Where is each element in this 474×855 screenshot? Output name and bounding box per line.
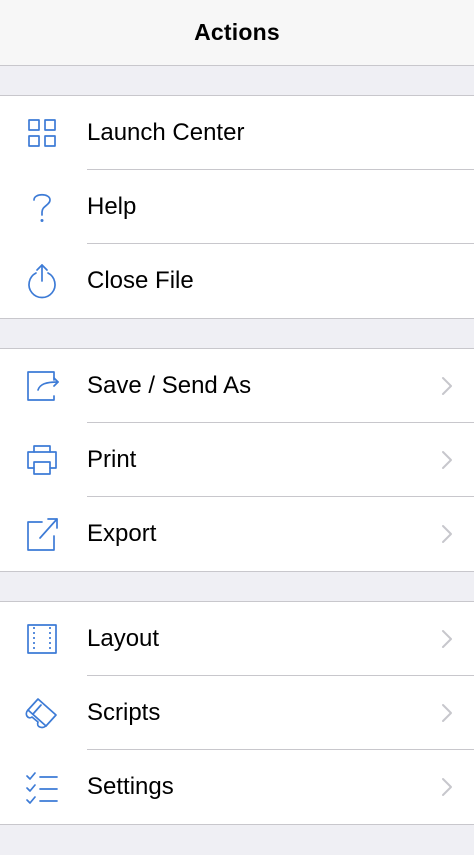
menu-group-file: Launch Center Help Close File: [0, 96, 474, 318]
menu-item-label: Export: [87, 520, 157, 547]
menu-item-layout[interactable]: Layout: [0, 602, 474, 676]
page-title: Actions: [194, 19, 280, 45]
actions-header: Actions: [0, 0, 474, 66]
chevron-right-icon: [441, 777, 453, 797]
printer-icon: [24, 442, 60, 478]
grid-icon: [24, 115, 60, 151]
chevron-right-icon: [441, 703, 453, 723]
menu-item-label: Print: [87, 446, 137, 473]
power-icon: [24, 263, 60, 299]
menu-item-help[interactable]: Help: [0, 170, 474, 244]
menu-item-scripts[interactable]: Scripts: [0, 676, 474, 750]
checklist-icon: [24, 769, 60, 805]
menu-item-label: Launch Center: [87, 119, 245, 146]
menu-item-label: Help: [87, 193, 137, 220]
menu-item-launch-center[interactable]: Launch Center: [0, 96, 474, 170]
menu-item-label: Close File: [87, 267, 194, 294]
chevron-right-icon: [441, 376, 453, 396]
menu-item-label: Layout: [87, 625, 160, 652]
menu-group-document: Layout Scripts Settings: [0, 602, 474, 824]
menu-item-export[interactable]: Export: [0, 497, 474, 571]
menu-item-label: Settings: [87, 773, 174, 800]
section-spacer: [0, 571, 474, 602]
menu-item-label: Scripts: [87, 699, 161, 726]
chevron-right-icon: [441, 629, 453, 649]
menu-item-print[interactable]: Print: [0, 423, 474, 497]
menu-item-label: Save / Send As: [87, 372, 252, 399]
menu-item-close-file[interactable]: Close File: [0, 244, 474, 318]
question-icon: [24, 189, 60, 225]
section-spacer: [0, 318, 474, 349]
scroll-icon: [24, 695, 60, 731]
chevron-right-icon: [441, 450, 453, 470]
export-icon: [24, 516, 60, 552]
layout-icon: [24, 621, 60, 657]
section-spacer: [0, 824, 474, 855]
chevron-right-icon: [441, 524, 453, 544]
menu-item-settings[interactable]: Settings: [0, 750, 474, 824]
menu-item-save-send-as[interactable]: Save / Send As: [0, 349, 474, 423]
section-spacer: [0, 66, 474, 96]
save-send-icon: [24, 368, 60, 404]
menu-group-output: Save / Send As Print Export: [0, 349, 474, 571]
